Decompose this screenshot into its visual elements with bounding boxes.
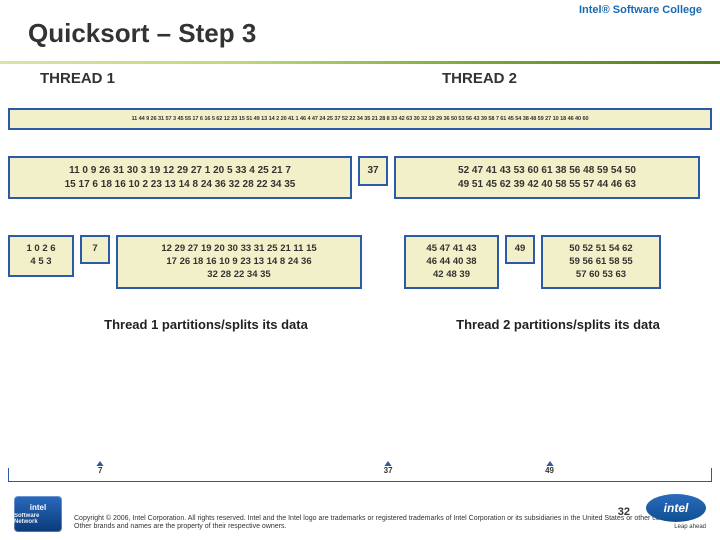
partition-row-1: 11 0 9 26 31 30 3 19 12 29 27 1 20 5 33 … bbox=[8, 156, 712, 199]
thread-2-label: THREAD 2 bbox=[442, 70, 517, 87]
pivot-49-box: 49 bbox=[505, 235, 535, 264]
college-label: Intel® Software College bbox=[579, 4, 702, 16]
caption-thread-2: Thread 2 partitions/splits its data bbox=[418, 317, 698, 333]
intel-logo-text: intel bbox=[646, 494, 706, 522]
chip-brand: intel bbox=[30, 503, 46, 512]
bracket-label-7: 7 bbox=[93, 466, 107, 475]
pivot-7-box: 7 bbox=[80, 235, 110, 264]
pivot-37-box: 37 bbox=[358, 156, 388, 186]
t2-right-box: 52 47 41 43 53 60 61 38 56 48 59 54 50 4… bbox=[394, 156, 700, 199]
slide-number: 32 bbox=[618, 506, 630, 518]
t1-sub-right-box: 12 29 27 19 20 30 33 31 25 21 11 15 17 2… bbox=[116, 235, 362, 289]
caption-thread-1: Thread 1 partitions/splits its data bbox=[66, 317, 346, 333]
intel-software-chip-icon: intel Software Network bbox=[14, 496, 62, 532]
t1-left-box: 11 0 9 26 31 30 3 19 12 29 27 1 20 5 33 … bbox=[8, 156, 352, 199]
gradient-bar bbox=[0, 61, 720, 64]
header: Intel® Software College Quicksort – Step… bbox=[0, 0, 720, 64]
t2-sub-left-box: 45 47 41 43 46 44 40 38 42 48 39 bbox=[404, 235, 499, 289]
thread-1-label: THREAD 1 bbox=[40, 70, 115, 87]
partition-rows: 11 0 9 26 31 30 3 19 12 29 27 1 20 5 33 … bbox=[8, 156, 712, 289]
partition-row-2: 1 0 2 6 4 5 3 7 12 29 27 19 20 30 33 31 … bbox=[8, 235, 712, 289]
bracket-bar: 7 37 49 bbox=[8, 468, 712, 482]
footer: intel Software Network Copyright © 2006,… bbox=[0, 486, 720, 540]
thread-label-row: THREAD 1 THREAD 2 bbox=[0, 70, 720, 104]
copyright-text: Copyright © 2006, Intel Corporation. All… bbox=[74, 515, 706, 533]
full-data-row: 11 44 9 26 31 57 3 45 55 17 6 16 5 62 12… bbox=[8, 108, 712, 130]
intel-logo: intel Leap ahead bbox=[646, 494, 706, 530]
slide-title: Quicksort – Step 3 bbox=[0, 10, 720, 61]
bracket-label-49: 49 bbox=[543, 466, 557, 475]
caption-row: Thread 1 partitions/splits its data Thre… bbox=[0, 317, 720, 357]
t2-sub-right-box: 50 52 51 54 62 59 56 61 58 55 57 60 53 6… bbox=[541, 235, 661, 289]
chip-subtitle: Software Network bbox=[14, 513, 62, 525]
t1-sub-left-box: 1 0 2 6 4 5 3 bbox=[8, 235, 74, 277]
bracket-label-37: 37 bbox=[381, 466, 395, 475]
leap-ahead-tagline: Leap ahead bbox=[646, 524, 706, 530]
